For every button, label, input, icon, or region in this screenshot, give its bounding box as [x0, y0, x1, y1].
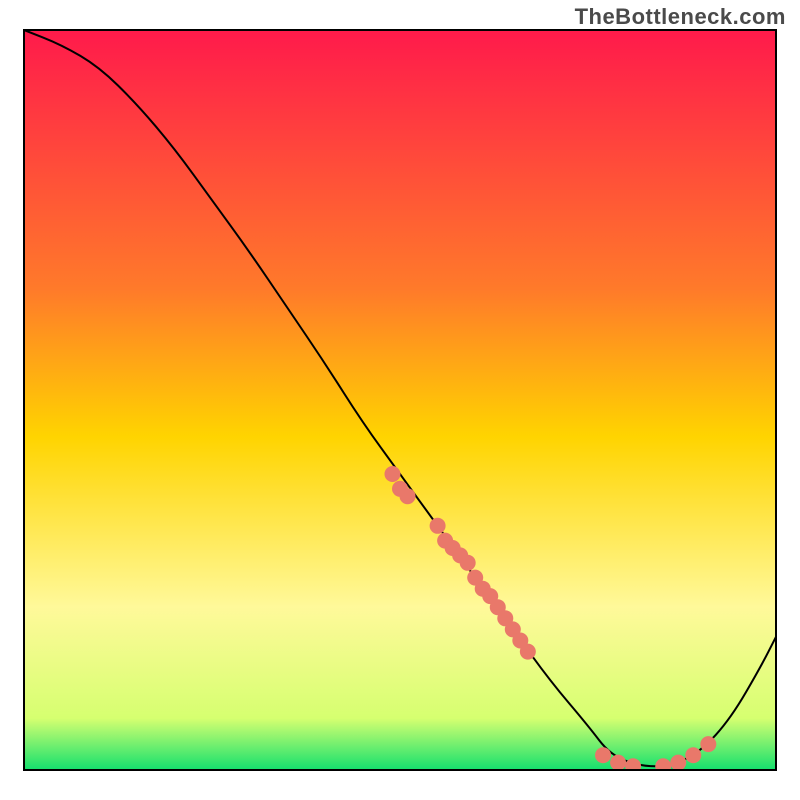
scatter-point [520, 644, 536, 660]
scatter-point [430, 518, 446, 534]
chart-frame: TheBottleneck.com [0, 0, 800, 800]
scatter-point [595, 747, 611, 763]
scatter-point [610, 755, 626, 771]
gradient-background [24, 30, 776, 770]
scatter-point [384, 466, 400, 482]
watermark-label: TheBottleneck.com [575, 4, 786, 30]
scatter-point [655, 758, 671, 774]
scatter-point [700, 736, 716, 752]
scatter-point [670, 755, 686, 771]
scatter-point [625, 758, 641, 774]
scatter-point [460, 555, 476, 571]
scatter-point [400, 488, 416, 504]
scatter-point [685, 747, 701, 763]
bottleneck-chart [0, 0, 800, 800]
